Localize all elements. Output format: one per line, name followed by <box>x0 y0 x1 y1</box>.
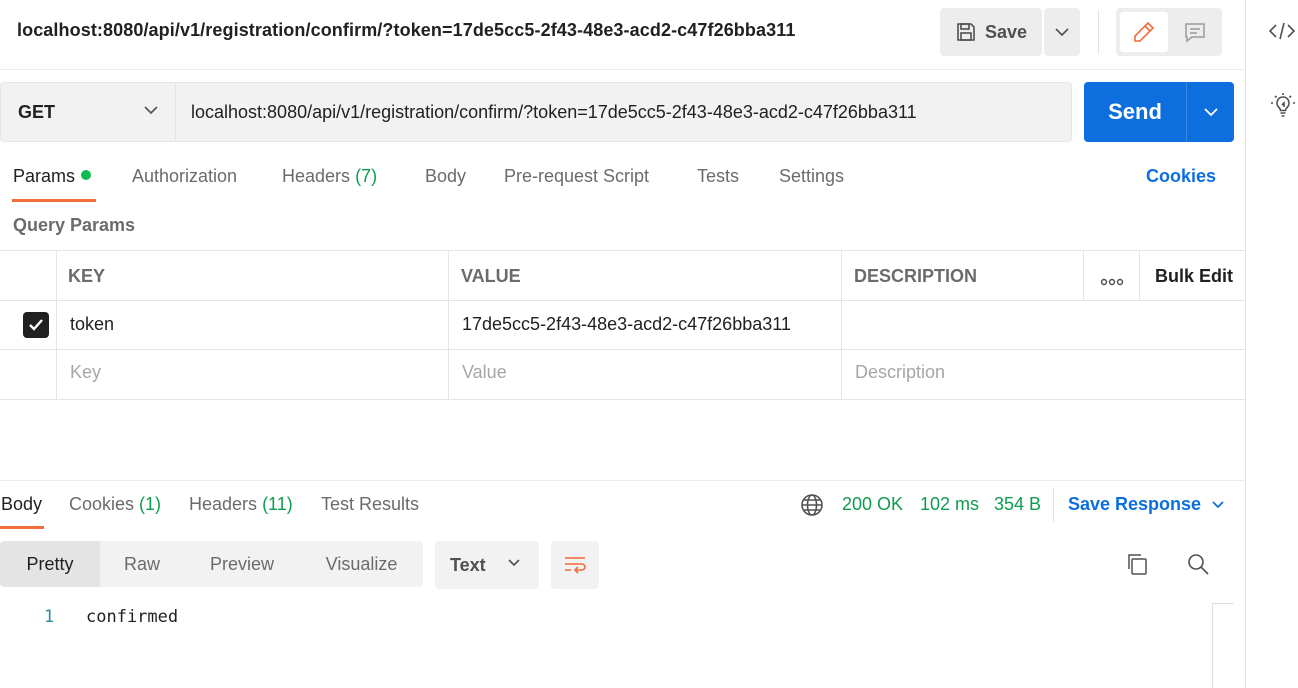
code-icon <box>1268 22 1296 40</box>
response-tab-headers[interactable]: Headers (11) <box>189 494 293 515</box>
checkmark-icon <box>29 319 43 331</box>
pane-resize-divider[interactable] <box>0 480 1245 481</box>
params-active-indicator <box>81 170 92 181</box>
view-raw[interactable]: Raw <box>100 541 184 587</box>
save-response-button[interactable]: Save Response <box>1068 494 1225 515</box>
column-divider <box>841 251 842 399</box>
response-format-label: Text <box>450 554 486 575</box>
chevron-down-icon <box>1203 108 1218 117</box>
related-collections-button[interactable] <box>1270 92 1296 123</box>
line-number: 1 <box>44 607 55 627</box>
bulk-edit-button[interactable]: Bulk Edit <box>1155 266 1233 287</box>
active-tab-underline <box>12 199 96 202</box>
column-divider <box>1083 251 1084 300</box>
active-tab-underline <box>0 526 44 529</box>
view-visualize[interactable]: Visualize <box>300 541 423 587</box>
column-options-button[interactable] <box>1100 273 1124 291</box>
status-divider <box>1053 488 1054 522</box>
column-divider <box>56 251 57 399</box>
tab-headers-label: Headers <box>282 166 351 186</box>
column-header-description: DESCRIPTION <box>854 266 978 286</box>
tab-headers[interactable]: Headers (7) <box>282 166 377 187</box>
response-scrollbar[interactable] <box>1212 603 1234 688</box>
query-params-title: Query Params <box>13 215 136 235</box>
wrap-lines-icon <box>565 557 586 574</box>
network-info-button[interactable] <box>800 493 824 522</box>
chevron-down-icon <box>1212 501 1224 509</box>
save-icon <box>957 23 975 41</box>
new-param-value-input[interactable]: Value <box>462 362 507 383</box>
headers-count: (7) <box>355 166 378 186</box>
wrap-lines-button[interactable] <box>551 541 599 589</box>
tab-body[interactable]: Body <box>425 166 466 187</box>
response-time[interactable]: 102 ms <box>920 494 979 515</box>
param-value-cell[interactable]: 17de5cc5-2f43-48e3-acd2-c47f26bba311 <box>462 314 791 335</box>
column-header-value: VALUE <box>461 266 521 286</box>
right-sidebar-divider <box>1245 0 1246 688</box>
tab-pre-request-script[interactable]: Pre-request Script <box>504 166 649 187</box>
mode-toggle-group <box>1116 8 1222 56</box>
comments-mode-button[interactable] <box>1172 12 1218 52</box>
edit-mode-button[interactable] <box>1120 12 1168 52</box>
new-param-description-input[interactable]: Description <box>855 362 945 383</box>
param-key-cell[interactable]: token <box>70 314 114 335</box>
response-status[interactable]: 200 OK <box>842 494 903 515</box>
chevron-down-icon <box>144 106 158 115</box>
save-button[interactable]: Save <box>940 8 1042 56</box>
tab-authorization[interactable]: Authorization <box>132 166 237 187</box>
response-tab-cookies[interactable]: Cookies (1) <box>69 494 161 515</box>
table-divider <box>0 349 1245 350</box>
method-select[interactable]: GET <box>0 82 175 142</box>
globe-icon <box>801 494 823 516</box>
response-tab-test-results[interactable]: Test Results <box>321 494 419 515</box>
response-size[interactable]: 354 B <box>994 494 1041 515</box>
param-enabled-checkbox[interactable] <box>23 312 49 338</box>
more-horizontal-icon <box>1100 278 1124 286</box>
tab-params-label: Params <box>13 166 76 186</box>
code-snippet-button[interactable] <box>1268 20 1296 47</box>
copy-button[interactable] <box>1125 552 1149 581</box>
tab-settings[interactable]: Settings <box>779 166 844 187</box>
response-body-line[interactable]: confirmed <box>86 607 178 627</box>
column-divider <box>1139 251 1140 300</box>
copy-icon <box>1128 554 1147 575</box>
request-title[interactable]: localhost:8080/api/v1/registration/confi… <box>17 20 795 41</box>
response-tab-headers-label: Headers <box>189 494 258 514</box>
toolbar-divider <box>1098 10 1099 54</box>
lightbulb-icon <box>1271 93 1295 117</box>
cookies-count: (1) <box>139 494 162 514</box>
cookies-link[interactable]: Cookies <box>1146 166 1216 187</box>
response-headers-count: (11) <box>262 494 293 514</box>
search-icon <box>1188 554 1209 575</box>
send-options-dropdown[interactable] <box>1186 82 1234 142</box>
response-format-select[interactable]: Text <box>435 541 539 589</box>
url-input[interactable]: localhost:8080/api/v1/registration/confi… <box>175 82 1072 142</box>
table-divider <box>0 300 1245 301</box>
comment-icon <box>1185 23 1205 43</box>
new-param-key-input[interactable]: Key <box>70 362 101 383</box>
table-divider <box>0 399 1245 400</box>
method-label: GET <box>18 101 56 122</box>
save-response-label: Save Response <box>1068 494 1202 514</box>
send-button[interactable]: Send <box>1084 82 1186 142</box>
chevron-down-icon <box>1055 28 1069 37</box>
view-preview[interactable]: Preview <box>184 541 300 587</box>
query-params-table: KEY VALUE DESCRIPTION Bulk Edit token 17… <box>0 250 1245 400</box>
tab-tests[interactable]: Tests <box>697 166 739 187</box>
save-options-dropdown[interactable] <box>1044 8 1080 56</box>
chevron-down-icon <box>508 559 520 567</box>
search-response-button[interactable] <box>1186 552 1210 581</box>
tab-params[interactable]: Params <box>13 166 92 187</box>
column-divider <box>448 251 449 399</box>
pencil-icon <box>1134 21 1155 42</box>
response-view-toggle: Pretty Raw Preview Visualize <box>0 541 423 587</box>
save-button-label: Save <box>984 21 1028 42</box>
column-header-key: KEY <box>68 266 106 286</box>
response-tab-cookies-label: Cookies <box>69 494 135 514</box>
header-divider <box>0 69 1245 70</box>
response-tab-body[interactable]: Body <box>1 494 42 515</box>
view-pretty[interactable]: Pretty <box>0 541 100 587</box>
